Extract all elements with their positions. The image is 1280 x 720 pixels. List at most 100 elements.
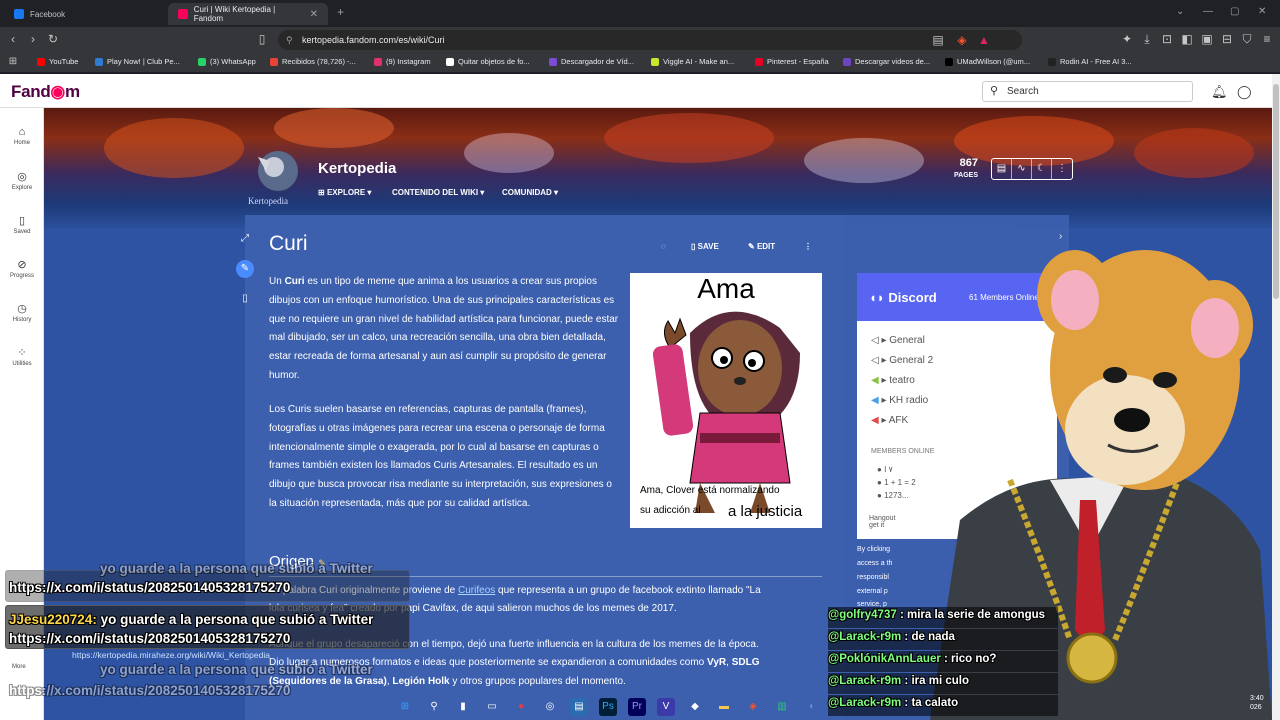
sidebar-item-explore[interactable]: ◎ Explore [0,170,44,191]
bookmark-item[interactable]: YouTube [37,57,78,66]
rail-collapse-icon[interactable]: › [1059,231,1062,242]
sidebar-item-history[interactable]: ◷ History [0,302,44,323]
sidebar-item-utilities[interactable]: ⁘ Utilities [0,346,44,367]
app-icon[interactable]: ◆ [686,698,704,716]
reader-icon[interactable]: ▤ [930,33,946,47]
screenshot-icon[interactable]: ⊡ [1159,32,1175,46]
site-info-icon[interactable]: ⚲ [286,30,293,50]
dark-mode-icon[interactable]: ☾ [1032,159,1052,179]
maximize-icon[interactable]: ▢ [1230,6,1239,17]
bookmark-item[interactable]: Rodin AI - Free AI 3... [1048,57,1132,66]
brave-icon[interactable]: ◈ [744,698,762,716]
premiere-icon[interactable]: Pr [628,698,646,716]
bookmark-item[interactable]: (3) WhatsApp [198,57,256,66]
reload-icon[interactable]: ↻ [45,32,61,46]
page-scrollbar[interactable] [1272,74,1280,720]
chat-text: : mira la serie de amongus [896,609,1046,621]
downloads-icon[interactable]: ⤓ [1139,32,1155,47]
save-icon: ▯ [691,242,698,251]
app-icon[interactable]: ▥ [773,698,791,716]
bookmark-item[interactable]: Recibidos (78,726) -... [270,57,356,66]
vegas-icon[interactable]: V [657,698,675,716]
save-label: SAVE [697,242,719,251]
more-icon[interactable]: ⋮ [1052,159,1072,179]
more-dots-icon[interactable]: ··· [12,652,21,662]
back-icon[interactable]: ‹ [5,32,21,46]
close-window-icon[interactable]: ✕ [1258,6,1266,17]
sidebar-item-saved[interactable]: ▯ Saved [0,214,44,235]
tab-facebook[interactable]: Facebook [4,3,166,25]
vpn-icon[interactable]: ⊟ [1219,32,1235,46]
edit-pencil-icon[interactable]: ✎ [236,260,254,278]
bookmark-favicon-icon [374,57,382,66]
close-tab-icon[interactable]: ✕ [310,9,318,20]
nav-wiki-content[interactable]: CONTENIDO DEL WIKI ▾ [392,188,484,197]
shield-icon[interactable]: ⛉ [1239,32,1255,47]
curifeos-link[interactable]: Curifeos [458,585,495,596]
tab-curi[interactable]: Curi | Wiki Kertopedia | Fandom ✕ [168,3,328,25]
extensions-icon[interactable]: ✦ [1119,32,1135,46]
comments-icon[interactable]: ◌ [661,242,666,251]
brave-shield-icon[interactable]: ◈ [954,33,970,47]
bookmark-item[interactable]: UMadWillson (@um... [945,57,1030,66]
expand-icon[interactable]: ⤢ [236,230,254,248]
nav-community[interactable]: COMUNIDAD ▾ [502,188,558,197]
app-icon[interactable]: ▤ [570,698,588,716]
overlay-message: https://x.com/i/status/20825014053281752… [9,580,291,595]
wallet-icon[interactable]: ▣ [1199,32,1215,46]
photoshop-icon[interactable]: Ps [599,698,617,716]
article-image[interactable]: Ama Ama, Clover está normalizando su adi… [630,273,822,528]
fandom-global-header: Fand◉m ⚲ Search 🔔︎ ◯ [0,74,1272,108]
menu-icon[interactable]: ≡ [1259,32,1275,46]
apps-grid-icon[interactable]: ⊞ [5,56,21,67]
search-icon[interactable]: ⚲ [425,698,443,716]
member-item[interactable]: ● I ۷ [877,465,893,474]
page-more-icon[interactable]: ⋮ [804,242,812,251]
bookmark-item[interactable]: Pinterest - España [755,57,829,66]
bookmark-label: Rodin AI - Free AI 3... [1060,57,1132,66]
avatar: ● [877,491,885,500]
edit-button[interactable]: ✎ EDIT [748,242,775,251]
user-account-icon[interactable]: ◯ [1237,84,1252,100]
tab-label: Curi | Wiki Kertopedia | Fandom [193,5,276,23]
nav-explore[interactable]: ⊞ EXPLORE ▾ [318,188,371,197]
start-icon[interactable]: ⊞ [396,698,414,716]
rewards-icon[interactable]: ▲ [976,33,992,47]
sidebar-item-home[interactable]: ⌂ Home [0,126,44,146]
notifications-icon[interactable]: 🔔︎ [1211,84,1228,100]
wiki-name[interactable]: Kertopedia [318,160,396,177]
bookmark-favicon-icon [37,57,45,66]
bookmark-page-icon[interactable]: ▯ [254,32,270,46]
nav-label: CONTENIDO DEL WIKI [392,188,479,197]
overlay-message: JJesu220724: yo guarde a la persona que … [9,612,374,627]
bookmark-item[interactable]: Descargar videos de... [843,57,930,66]
search-input[interactable]: ⚲ Search [982,81,1193,102]
save-button[interactable]: ▯ SAVE [691,242,719,251]
bookmark-item[interactable]: (9) Instagram [374,57,431,66]
bookmark-icon[interactable]: ▯ [236,290,254,308]
forward-icon[interactable]: › [25,32,41,46]
bookmark-item[interactable]: Descargador de Víd... [549,57,634,66]
bookmark-item[interactable]: Viggle AI - Make an... [651,57,734,66]
address-bar[interactable]: ⚲ kertopedia.fandom.com/es/wiki/Curi [278,30,1022,50]
bookmark-item[interactable]: Quitar objetos de fo... [446,57,530,66]
folder-icon[interactable]: ▬ [715,698,733,716]
record-icon[interactable]: ● [512,698,530,716]
discord-icon: ◖◗ [869,290,889,305]
kertopedia-link[interactable]: https://kertopedia.miraheze.org/wiki/Wik… [72,650,270,660]
terminal-icon[interactable]: ▭ [483,698,501,716]
sidebar-item-progress[interactable]: ⊘ Progress [0,258,44,279]
fandom-logo[interactable]: Fand◉m [11,82,80,102]
new-tab-icon[interactable]: + [337,5,344,19]
sidebar-icon[interactable]: ◧ [1179,32,1195,46]
scrollbar-thumb[interactable] [1273,84,1279,299]
progress-icon: ⊘ [17,259,27,271]
activity-icon[interactable]: ∿ [1012,159,1032,179]
bookmark-item[interactable]: Play Now! | Club Pe... [95,57,180,66]
discord-icon[interactable]: ◖ [802,698,820,716]
chevron-down-icon[interactable]: ⌄ [1176,6,1184,17]
app-icon[interactable]: ▮ [454,698,472,716]
minimize-icon[interactable]: — [1203,6,1213,17]
app-icon[interactable]: ◎ [541,698,559,716]
discussions-icon[interactable]: ▤ [992,159,1012,179]
